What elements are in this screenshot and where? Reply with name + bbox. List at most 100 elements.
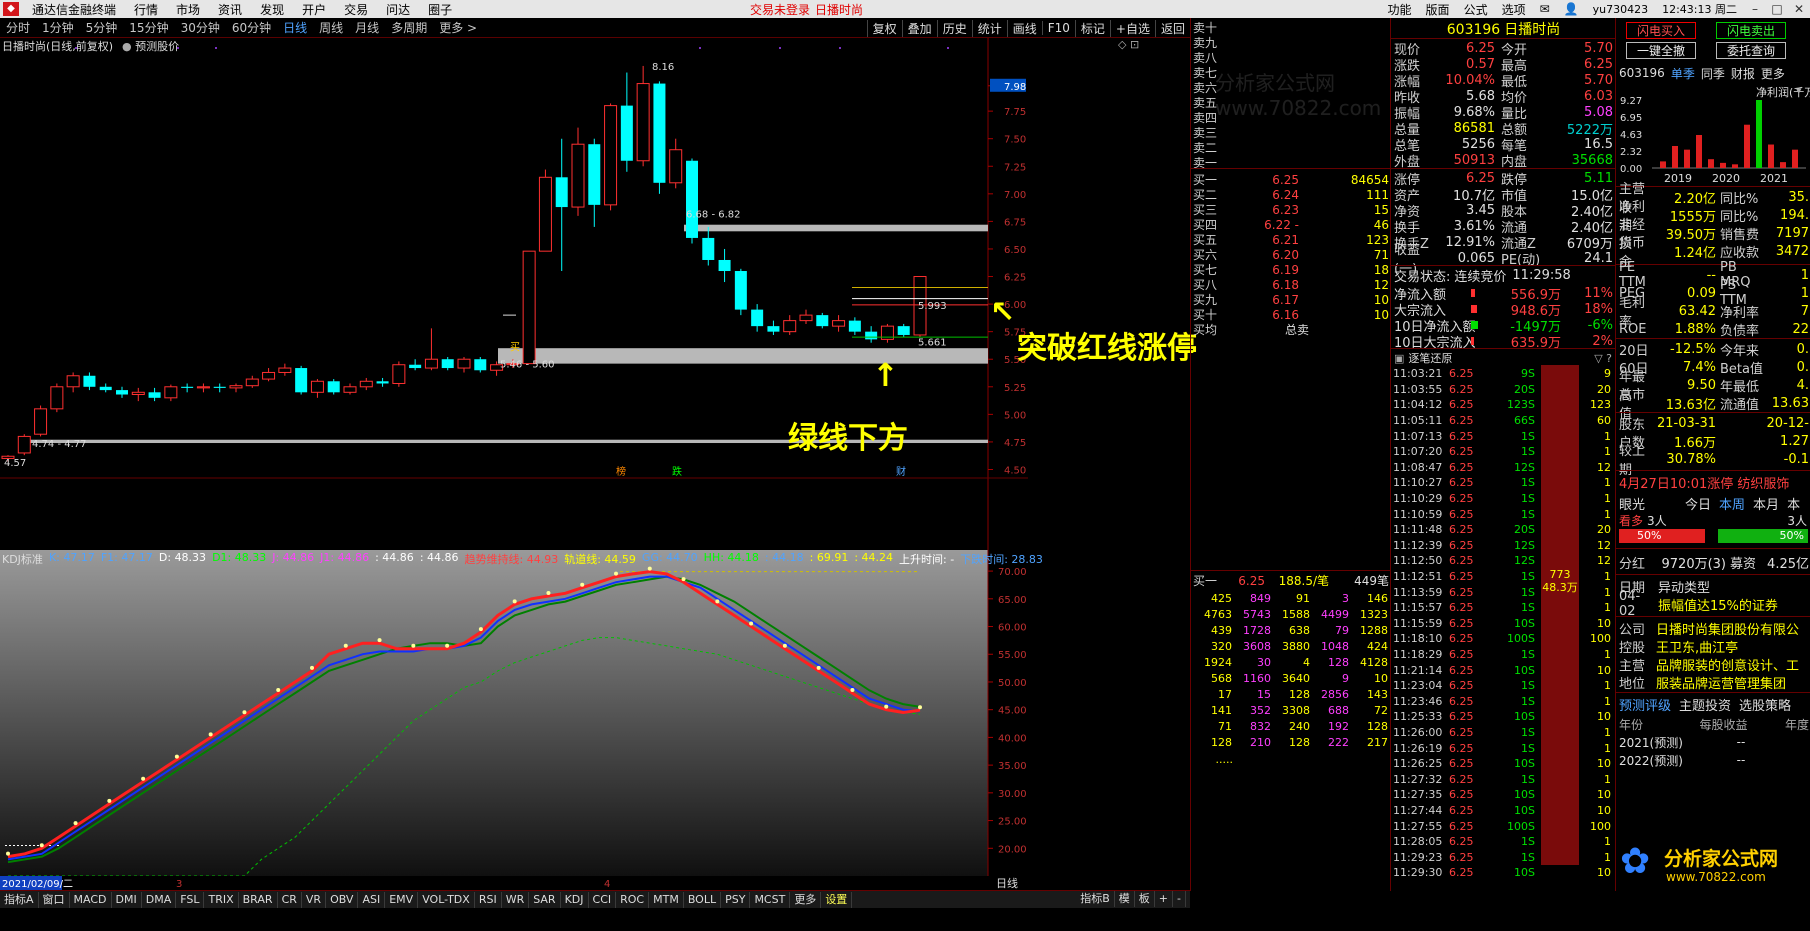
- indicator-tab[interactable]: MTM: [649, 891, 684, 908]
- menu-item-market[interactable]: 市场: [167, 1, 209, 18]
- indicator-tab[interactable]: 设置: [821, 891, 853, 908]
- indicator-tab[interactable]: BOLL: [684, 891, 722, 908]
- bottom-right-control[interactable]: -: [1173, 891, 1186, 907]
- indicator-tab[interactable]: ROC: [616, 891, 650, 908]
- indicator-tab[interactable]: DMA: [142, 891, 177, 908]
- news-link[interactable]: 4月27日10:01涨停 纺织服饰: [1619, 473, 1789, 492]
- fundamental-value: 3.45: [1466, 202, 1495, 218]
- trade-login-warning[interactable]: 交易未登录: [750, 1, 810, 18]
- period-daily[interactable]: 日线: [277, 19, 313, 36]
- tool-adjust[interactable]: 复权: [866, 19, 902, 37]
- user-icon[interactable]: 👤: [1557, 2, 1586, 16]
- tick-time: 11:18:10: [1393, 632, 1443, 646]
- menu-item-ask[interactable]: 问达: [377, 1, 419, 18]
- menu-item-news[interactable]: 资讯: [209, 1, 251, 18]
- indicator-tab[interactable]: 指标A: [0, 891, 39, 908]
- bear-bar[interactable]: 50%: [1718, 529, 1808, 543]
- period-weekly[interactable]: 周线: [313, 19, 349, 36]
- indicator-tab[interactable]: SAR: [529, 891, 561, 908]
- username[interactable]: yu730423: [1586, 3, 1655, 16]
- order-query-button[interactable]: 委托查询: [1716, 42, 1786, 59]
- indicator-tab[interactable]: ASI: [358, 891, 386, 908]
- menu-item-discover[interactable]: 发现: [251, 1, 293, 18]
- tool-draw[interactable]: 画线: [1006, 19, 1042, 37]
- kdj-lines[interactable]: 70.00 65.00 60.00 55.00 50.00 45.00 40.00 35.00…: [0, 550, 1190, 890]
- sentiment-tab[interactable]: 本: [1787, 494, 1800, 513]
- candlestick-chart[interactable]: 7.987.757.507.257.006.756.506.256.005.75…: [0, 38, 1190, 550]
- period-1min[interactable]: 1分钟: [36, 19, 80, 36]
- flash-sell-button[interactable]: 闪电卖出: [1716, 22, 1786, 39]
- menu-item-account[interactable]: 开户: [293, 1, 335, 18]
- bull-bar[interactable]: 50%: [1619, 529, 1705, 543]
- indicator-tab[interactable]: CR: [278, 891, 302, 908]
- indicator-tab[interactable]: EMV: [385, 891, 419, 908]
- sentiment-tab[interactable]: 本月: [1753, 494, 1779, 513]
- period-monthly[interactable]: 月线: [349, 19, 385, 36]
- f10-tab[interactable]: 单季: [1671, 65, 1695, 82]
- menu-item-formula[interactable]: 公式: [1457, 1, 1495, 18]
- mail-icon[interactable]: ✉: [1533, 2, 1557, 16]
- bottom-right-control[interactable]: 指标B: [1076, 891, 1115, 907]
- tool-add-watchlist[interactable]: +自选: [1109, 19, 1155, 37]
- indicator-tab[interactable]: VR: [302, 891, 327, 908]
- indicator-tab[interactable]: BRAR: [239, 891, 278, 908]
- indicator-tab[interactable]: MACD: [70, 891, 112, 908]
- indicator-tab[interactable]: DMI: [112, 891, 142, 908]
- period-15min[interactable]: 15分钟: [123, 19, 174, 36]
- period-5min[interactable]: 5分钟: [80, 19, 124, 36]
- menu-item-quotes[interactable]: 行情: [125, 1, 167, 18]
- indicator-tab[interactable]: VOL-TDX: [418, 891, 475, 908]
- menu-item-options[interactable]: 选项: [1495, 1, 1533, 18]
- indicator-tab[interactable]: OBV: [326, 891, 359, 908]
- price-chart[interactable]: 7.98 7.75 7.50 7.25 7.00 6.75 6.50 6.25 6.00 5.75…: [0, 38, 1381, 550]
- f10-tab[interactable]: 同季: [1701, 65, 1725, 82]
- period-30min[interactable]: 30分钟: [175, 19, 226, 36]
- indicator-tab[interactable]: FSL: [176, 891, 205, 908]
- f10-tab[interactable]: 更多: [1761, 65, 1785, 82]
- predict-price-toggle[interactable]: ● 预测股价: [122, 38, 179, 54]
- indicator-tab[interactable]: 窗口: [39, 891, 70, 908]
- kdj-value: GG: 44.70: [641, 551, 698, 564]
- maximize-icon[interactable]: □: [1766, 2, 1788, 16]
- bottom-right-control[interactable]: 模: [1115, 891, 1135, 907]
- ticks-filter-icon[interactable]: ▽ ?: [1594, 352, 1616, 365]
- menu-item-trade[interactable]: 交易: [335, 1, 377, 18]
- kdj-indicator-chart[interactable]: 70.00 65.00 60.00 55.00 50.00 45.00 40.00 35.00…: [0, 550, 1190, 890]
- indicator-tab[interactable]: MCST: [750, 891, 791, 908]
- close-icon[interactable]: ✕: [1788, 2, 1810, 16]
- tool-overlay[interactable]: 叠加: [901, 19, 937, 37]
- forecast-tab[interactable]: 预测评级: [1619, 695, 1671, 714]
- indicator-tab[interactable]: CCI: [589, 891, 617, 908]
- chart-settings-icon[interactable]: ◇ ⊡: [1118, 38, 1139, 51]
- minimize-icon[interactable]: –: [1744, 2, 1766, 16]
- bottom-right-control[interactable]: 板: [1135, 891, 1155, 907]
- sentiment-tab[interactable]: 今日: [1685, 494, 1711, 513]
- indicator-tab[interactable]: 更多: [790, 891, 822, 908]
- cancel-all-button[interactable]: 一键全撤: [1626, 42, 1696, 59]
- period-60min[interactable]: 60分钟: [226, 19, 277, 36]
- sentiment-tab[interactable]: 本周: [1719, 494, 1745, 513]
- indicator-tab[interactable]: TRIX: [204, 891, 239, 908]
- period-multi[interactable]: 多周期: [385, 19, 433, 36]
- forecast-tab[interactable]: 主题投资: [1679, 695, 1731, 714]
- tool-f10[interactable]: F10: [1041, 21, 1075, 35]
- menu-item-circle[interactable]: 圈子: [419, 1, 461, 18]
- f10-tab[interactable]: 财报: [1731, 65, 1755, 82]
- bottom-right-control[interactable]: +: [1155, 891, 1174, 907]
- period-more[interactable]: 更多 >: [433, 19, 483, 36]
- tool-history[interactable]: 历史: [936, 19, 972, 37]
- indicator-tab[interactable]: RSI: [475, 891, 502, 908]
- indicator-tab[interactable]: PSY: [721, 891, 751, 908]
- tool-mark[interactable]: 标记: [1074, 19, 1110, 37]
- period-timeshare[interactable]: 分时: [0, 19, 36, 36]
- tool-stats[interactable]: 统计: [971, 19, 1007, 37]
- indicator-tab[interactable]: KDJ: [561, 891, 589, 908]
- kdj-label[interactable]: KDJ标准: [2, 551, 43, 567]
- indicator-tab[interactable]: WR: [502, 891, 530, 908]
- flash-buy-button[interactable]: 闪电买入: [1626, 22, 1696, 39]
- bull-label: 看多: [1619, 513, 1644, 528]
- menu-item-function[interactable]: 功能: [1381, 1, 1419, 18]
- menu-item-layout[interactable]: 版面: [1419, 1, 1457, 18]
- tool-back[interactable]: 返回: [1154, 19, 1190, 37]
- forecast-tab[interactable]: 选股策略: [1739, 695, 1791, 714]
